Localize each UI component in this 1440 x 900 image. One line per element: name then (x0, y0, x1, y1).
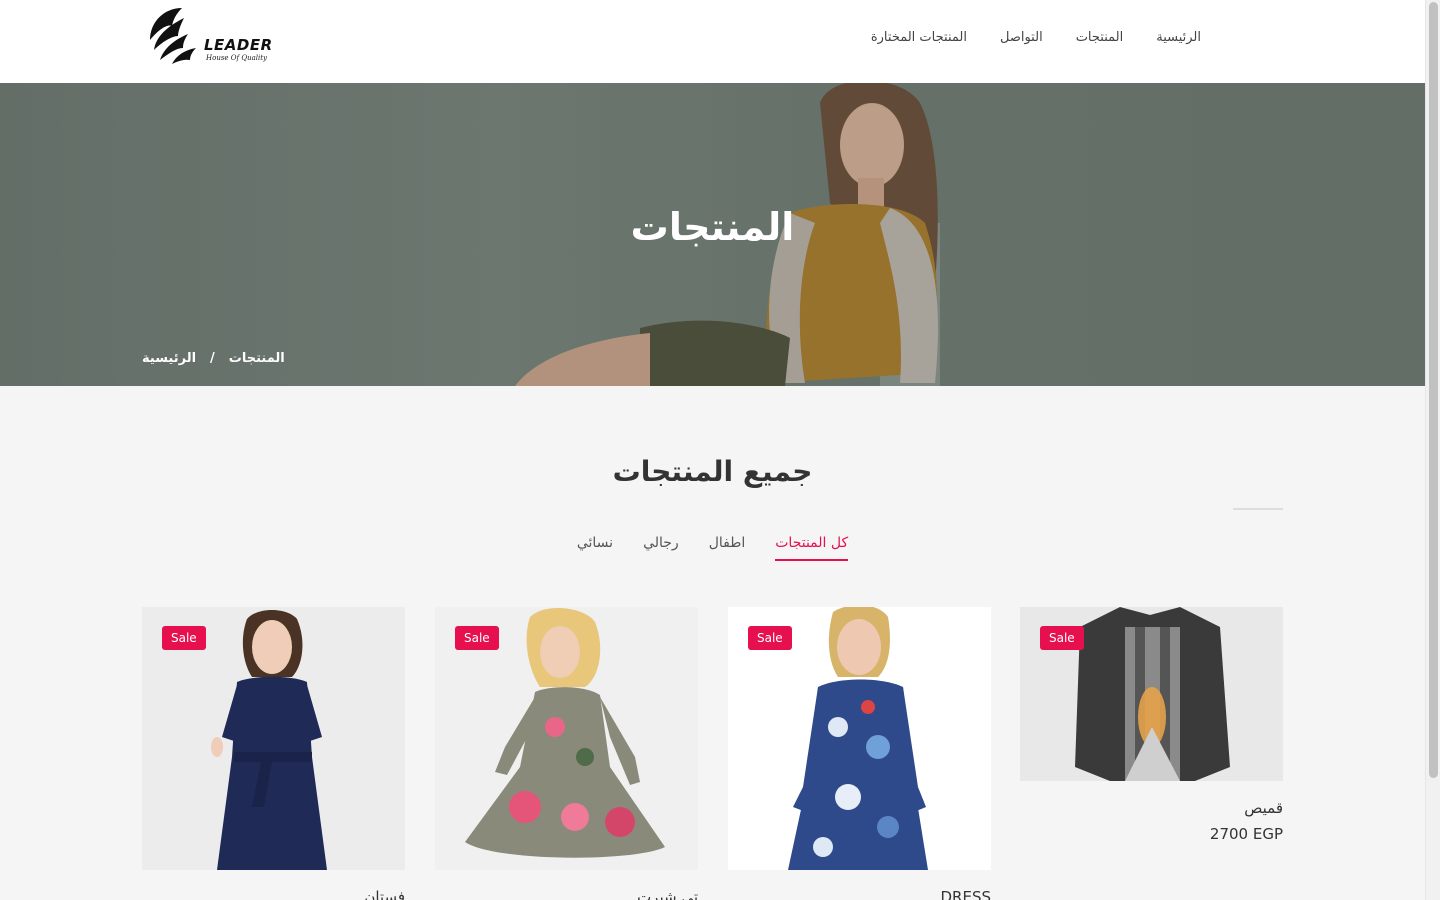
page-title: المنتجات (630, 205, 795, 249)
product-card[interactable]: Sale قميص 2700 EGP (1020, 607, 1283, 843)
breadcrumb: المنتجات / الرئيسية (142, 351, 285, 366)
product-price: 2700 EGP (1209, 825, 1283, 843)
sale-badge: Sale (1040, 626, 1084, 650)
logo-wordmark: LEADER (204, 36, 273, 54)
product-image[interactable]: Sale (1020, 607, 1283, 781)
filter-kids[interactable]: اطفال (709, 535, 746, 559)
nav-home[interactable]: الرئيسية (1156, 30, 1201, 45)
page-scrollbar[interactable] (1425, 0, 1440, 900)
product-image[interactable]: Sale (728, 607, 991, 870)
sale-badge: Sale (455, 626, 499, 650)
filter-women[interactable]: نسائي (577, 535, 613, 559)
product-image[interactable]: Sale (142, 607, 405, 870)
product-name[interactable]: تي شيرت (435, 888, 698, 900)
product-name[interactable]: فستان (142, 888, 405, 900)
nav-featured-products[interactable]: المنتجات المختارة (871, 30, 967, 45)
product-image[interactable]: Sale (435, 607, 698, 870)
nav-products[interactable]: المنتجات (1076, 30, 1124, 45)
product-name[interactable]: قميص (1020, 799, 1283, 817)
breadcrumb-separator: / (210, 351, 215, 366)
site-logo[interactable]: LEADER House Of Quality (146, 4, 273, 66)
main-nav: الرئيسية المنتجات التواصل المنتجات المخت… (871, 30, 1201, 45)
section-title: جميع المنتجات (612, 455, 813, 488)
filter-men[interactable]: رجالي (643, 535, 679, 559)
product-card[interactable]: Sale تي شيرت (435, 607, 698, 900)
nav-contact[interactable]: التواصل (1000, 30, 1043, 45)
scrollbar-thumb[interactable] (1429, 2, 1438, 778)
breadcrumb-current: المنتجات (228, 351, 285, 366)
product-name[interactable]: DRESS (728, 888, 992, 900)
product-card[interactable]: Sale DRESS (728, 607, 991, 900)
product-filters: كل المنتجات اطفال رجالي نسائي (0, 535, 1425, 561)
eagle-wing-icon (150, 8, 196, 64)
sale-badge: Sale (162, 626, 206, 650)
title-divider (1233, 508, 1283, 510)
breadcrumb-home-link[interactable]: الرئيسية (142, 351, 196, 366)
sale-badge: Sale (748, 626, 792, 650)
filter-all-products[interactable]: كل المنتجات (775, 535, 848, 561)
product-card[interactable]: Sale فستان (142, 607, 405, 900)
site-header: LEADER House Of Quality الرئيسية المنتجا… (0, 0, 1425, 83)
hero-banner: المنتجات المنتجات / الرئيسية (0, 83, 1425, 386)
logo-tagline: House Of Quality (206, 54, 268, 62)
